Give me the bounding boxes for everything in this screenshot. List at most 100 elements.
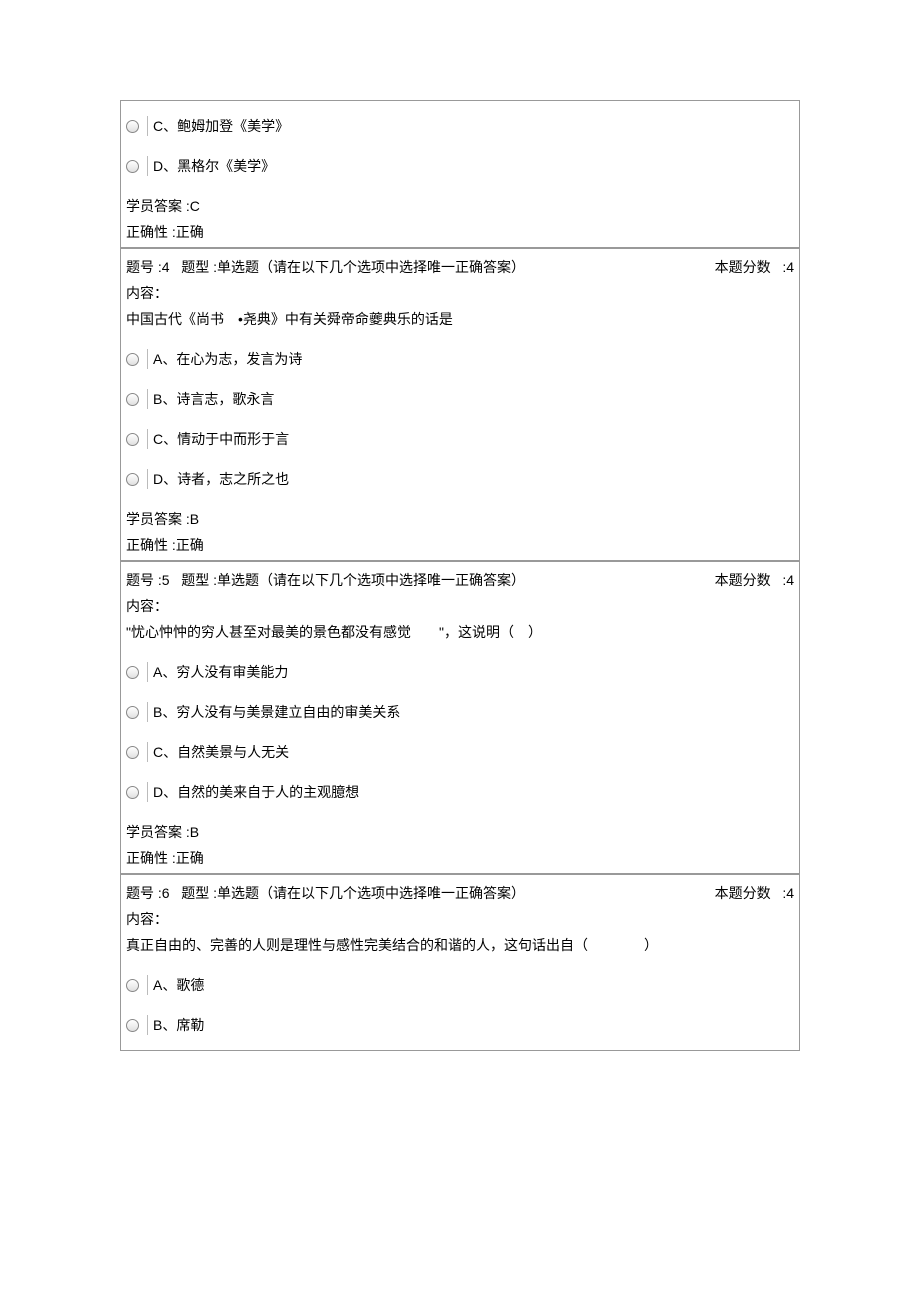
option-text: C、情动于中而形于言 — [153, 429, 289, 449]
score-value: :4 — [782, 885, 794, 901]
score-value: :4 — [782, 572, 794, 588]
radio-icon[interactable] — [126, 979, 139, 992]
option-text: D、诗者，志之所之也 — [153, 469, 289, 489]
header-right: 本题分数 :4 — [715, 570, 794, 590]
radio-icon[interactable] — [126, 433, 139, 446]
divider-icon — [147, 349, 148, 369]
question-header: 题号 :4 题型 :单选题（请在以下几个选项中选择唯一正确答案） 本题分数 :4 — [121, 248, 799, 280]
question-text: 中国古代《尚书 •尧典》中有关舜帝命夔典乐的话是 — [121, 306, 799, 334]
divider-icon — [147, 1015, 148, 1035]
option-text: A、穷人没有审美能力 — [153, 662, 288, 682]
question-text: "忧心忡忡的穷人甚至对最美的景色都没有感觉 "，这说明（ ） — [121, 619, 799, 647]
option-row: C、自然美景与人无关 — [121, 732, 799, 772]
header-left: 题号 :4 题型 :单选题（请在以下几个选项中选择唯一正确答案） — [126, 257, 525, 277]
option-letter: B — [153, 391, 162, 407]
divider-icon — [147, 469, 148, 489]
question-type: 题型 :单选题（请在以下几个选项中选择唯一正确答案） — [181, 572, 525, 588]
correctness: 正确性 :正确 — [121, 219, 799, 247]
option-row: A、在心为志，发言为诗 — [121, 339, 799, 379]
student-answer-label: 学员答案 — [126, 824, 182, 840]
question-block-4: 题号 :4 题型 :单选题（请在以下几个选项中选择唯一正确答案） 本题分数 :4… — [120, 248, 800, 561]
question-type: 题型 :单选题（请在以下几个选项中选择唯一正确答案） — [181, 259, 525, 275]
radio-icon[interactable] — [126, 1019, 139, 1032]
option-letter: B — [153, 704, 162, 720]
content-label: 内容： — [121, 280, 799, 306]
correctness-value: :正确 — [172, 850, 204, 866]
content-label: 内容： — [121, 593, 799, 619]
question-block-5: 题号 :5 题型 :单选题（请在以下几个选项中选择唯一正确答案） 本题分数 :4… — [120, 561, 800, 874]
student-answer-value: :C — [186, 198, 200, 214]
option-text: C、自然美景与人无关 — [153, 742, 289, 762]
correctness-label: 正确性 — [126, 224, 168, 240]
options-group: C、鲍姆加登《美学》 D、黑格尔《美学》 — [121, 101, 799, 191]
option-letter: C — [153, 431, 163, 447]
option-row: D、诗者，志之所之也 — [121, 459, 799, 499]
question-block-partial: C、鲍姆加登《美学》 D、黑格尔《美学》 学员答案 :C 正确性 :正确 — [120, 100, 800, 248]
option-row: B、诗言志，歌永言 — [121, 379, 799, 419]
option-row: A、穷人没有审美能力 — [121, 652, 799, 692]
score-label: 本题分数 — [715, 885, 771, 901]
question-number: 题号 :4 — [126, 259, 170, 275]
options-group: A、在心为志，发言为诗 B、诗言志，歌永言 C、情动于中而形于言 — [121, 334, 799, 504]
student-answer: 学员答案 :B — [121, 817, 799, 845]
option-text: A、在心为志，发言为诗 — [153, 349, 302, 369]
option-label: 、穷人没有审美能力 — [162, 664, 288, 680]
student-answer-label: 学员答案 — [126, 511, 182, 527]
question-text: 真正自由的、完善的人则是理性与感性完美结合的和谐的人，这句话出自（ ） — [121, 932, 799, 960]
option-label: 、自然美景与人无关 — [163, 744, 289, 760]
radio-icon[interactable] — [126, 353, 139, 366]
divider-icon — [147, 702, 148, 722]
option-row: D、自然的美来自于人的主观臆想 — [121, 772, 799, 812]
radio-icon[interactable] — [126, 706, 139, 719]
page-container: C、鲍姆加登《美学》 D、黑格尔《美学》 学员答案 :C 正确性 :正确 — [0, 0, 920, 1051]
option-label: 、自然的美来自于人的主观臆想 — [163, 784, 359, 800]
option-text: D、黑格尔《美学》 — [153, 156, 275, 176]
option-letter: D — [153, 471, 163, 487]
option-letter: A — [153, 977, 162, 993]
divider-icon — [147, 662, 148, 682]
radio-icon[interactable] — [126, 160, 139, 173]
option-letter: A — [153, 351, 162, 367]
header-left: 题号 :6 题型 :单选题（请在以下几个选项中选择唯一正确答案） — [126, 883, 525, 903]
student-answer: 学员答案 :C — [121, 191, 799, 219]
option-label: 、在心为志，发言为诗 — [162, 351, 302, 367]
question-block-6: 题号 :6 题型 :单选题（请在以下几个选项中选择唯一正确答案） 本题分数 :4… — [120, 874, 800, 1051]
correctness-label: 正确性 — [126, 850, 168, 866]
score-value: :4 — [782, 259, 794, 275]
radio-icon[interactable] — [126, 473, 139, 486]
option-letter: D — [153, 784, 163, 800]
correctness-value: :正确 — [172, 224, 204, 240]
option-row: B、穷人没有与美景建立自由的审美关系 — [121, 692, 799, 732]
option-row: C、情动于中而形于言 — [121, 419, 799, 459]
question-number: 题号 :6 — [126, 885, 170, 901]
content-label: 内容： — [121, 906, 799, 932]
radio-icon[interactable] — [126, 120, 139, 133]
question-type: 题型 :单选题（请在以下几个选项中选择唯一正确答案） — [181, 885, 525, 901]
student-answer-value: :B — [186, 824, 199, 840]
score-label: 本题分数 — [715, 572, 771, 588]
options-group: A、歌德 B、席勒 — [121, 960, 799, 1050]
option-label: 、诗者，志之所之也 — [163, 471, 289, 487]
radio-icon[interactable] — [126, 746, 139, 759]
option-text: B、穷人没有与美景建立自由的审美关系 — [153, 702, 400, 722]
option-text: D、自然的美来自于人的主观臆想 — [153, 782, 359, 802]
radio-icon[interactable] — [126, 393, 139, 406]
divider-icon — [147, 116, 148, 136]
option-label: 、席勒 — [162, 1017, 204, 1033]
option-letter: A — [153, 664, 162, 680]
divider-icon — [147, 156, 148, 176]
radio-icon[interactable] — [126, 666, 139, 679]
divider-icon — [147, 742, 148, 762]
options-group: A、穷人没有审美能力 B、穷人没有与美景建立自由的审美关系 C、自然美景与人无关 — [121, 647, 799, 817]
option-text: B、席勒 — [153, 1015, 204, 1035]
option-row: D、黑格尔《美学》 — [121, 146, 799, 186]
option-label: 、情动于中而形于言 — [163, 431, 289, 447]
option-letter: C — [153, 744, 163, 760]
question-header: 题号 :5 题型 :单选题（请在以下几个选项中选择唯一正确答案） 本题分数 :4 — [121, 561, 799, 593]
option-row: B、席勒 — [121, 1005, 799, 1045]
option-label: 、穷人没有与美景建立自由的审美关系 — [162, 704, 400, 720]
header-left: 题号 :5 题型 :单选题（请在以下几个选项中选择唯一正确答案） — [126, 570, 525, 590]
radio-icon[interactable] — [126, 786, 139, 799]
option-letter: D — [153, 158, 163, 174]
option-row: C、鲍姆加登《美学》 — [121, 106, 799, 146]
